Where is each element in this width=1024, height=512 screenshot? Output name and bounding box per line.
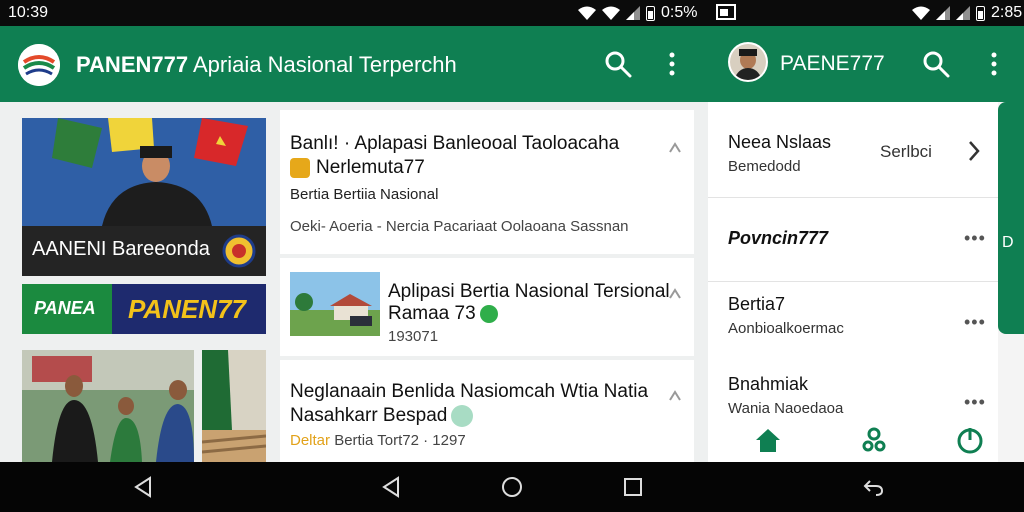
system-nav-bar [0, 462, 1024, 512]
article-headline-line2: Ramaa 73 [388, 302, 498, 326]
side-app-title: PAENE777 [780, 52, 885, 75]
app-title-tagline: Apriaia Nasional Terperchh [193, 52, 457, 77]
promo-banner[interactable]: PANEA PANEN77 [22, 284, 266, 334]
status-icons-left: 0:5% [578, 4, 697, 22]
app-bar: PANEN777 Apriaia Nasional Terperchh [0, 26, 708, 102]
article-card[interactable]: Aplipasi Bertia Nasional Tersional Ramaa… [280, 258, 694, 356]
side-app-pane: PAENE777 Neea Nslaas Bemedodd Serlbci Po… [708, 26, 1024, 462]
status-time-left: 10:39 [8, 4, 49, 21]
banner-left-block: PANEA [22, 284, 112, 334]
list-item-title: Neea Nslaas [728, 132, 832, 152]
hero-caption: AANENI Bareeonda [32, 238, 210, 260]
banner-right-text: PANEN77 [128, 294, 247, 324]
signal-icon [936, 6, 950, 20]
hero-image[interactable]: AANENI Bareeonda [22, 118, 266, 276]
crowd-photo-art [22, 350, 194, 462]
main-app-pane: PANEN777 Apriaia Nasional Terperchh AANE… [0, 26, 708, 462]
list-item-subtitle: Aonbioalkoermac [728, 320, 844, 337]
home-icon[interactable] [754, 426, 782, 454]
article-meta: Deltar Bertia Tort72 · 1297 [290, 432, 466, 449]
share-icon[interactable] [668, 388, 682, 402]
article-meta-highlight: Deltar [290, 432, 331, 449]
list-item-subtitle: Wania Naoedaoa [728, 400, 844, 417]
side-app-bar: PAENE777 [708, 26, 1024, 102]
signal-icon [956, 6, 970, 20]
app-title: PANEN777 Apriaia Nasional Terperchh [76, 52, 457, 78]
app-title-brand: PANEN777 [76, 52, 189, 77]
status-time-right: 2:85 [991, 4, 1023, 21]
article-headline-line2: Nerlemuta77 [290, 156, 425, 180]
more-horiz-icon[interactable]: ••• [964, 228, 986, 249]
list-item-subtitle: Bemedodd [728, 158, 801, 175]
home-circle-icon[interactable] [501, 476, 523, 498]
side-list: Neea Nslaas Bemedodd Serlbci Povncin777 … [708, 102, 998, 462]
chevron-right-icon[interactable] [966, 140, 982, 162]
power-icon[interactable] [956, 426, 984, 454]
market-photo[interactable] [202, 350, 266, 462]
hero-photo [22, 118, 266, 226]
list-item[interactable]: Povncin777 ••• [708, 198, 998, 282]
list-item-title: Bnahmiak [728, 374, 809, 394]
more-vert-icon[interactable] [986, 50, 1002, 78]
article-thumbnail [290, 272, 380, 336]
list-item-title: Bertia7 [728, 294, 786, 314]
article-headline: Aplipasi Bertia Nasional Tersional [388, 281, 670, 302]
edge-tab-letter: D [1002, 234, 1014, 251]
bottom-nav [708, 418, 998, 462]
avatar[interactable] [728, 42, 768, 82]
article-badge-icon [290, 157, 310, 178]
m-badge-icon [451, 404, 474, 427]
edge-panel-tab[interactable]: D [998, 102, 1024, 334]
wifi-icon [912, 6, 930, 20]
list-item[interactable]: Bnahmiak Wania Naoedaoa ••• [708, 362, 998, 418]
check-badge-icon [479, 304, 498, 323]
crowd-photo[interactable] [22, 350, 194, 462]
battery-icon [976, 5, 985, 21]
signal-icon [626, 6, 640, 20]
wifi-icon [602, 6, 620, 20]
battery-icon [646, 5, 655, 21]
emblem-icon [222, 234, 256, 268]
more-vert-icon[interactable] [664, 50, 680, 78]
wifi-icon [578, 6, 596, 20]
more-horiz-icon[interactable]: ••• [964, 392, 986, 413]
list-item[interactable]: Neea Nslaas Bemedodd Serlbci [708, 102, 998, 198]
article-headline: Banlıǃ · Aplapasi Banleooal Taoloacaha [290, 133, 620, 154]
share-icon[interactable] [668, 286, 682, 300]
list-item-action[interactable]: Serlbci [880, 142, 932, 162]
back-icon[interactable] [380, 476, 402, 498]
article-headline-line2: Nasahkarr Bespad [290, 404, 474, 428]
search-icon[interactable] [604, 50, 632, 78]
status-battery-left: 0:5% [661, 4, 698, 21]
screenshot-icon [716, 4, 736, 20]
more-horiz-icon[interactable]: ••• [964, 312, 986, 333]
article-card[interactable]: Neglanaain Benlida Nasiomcah Wtia Natia … [280, 360, 694, 462]
app-logo[interactable] [18, 44, 60, 86]
article-card[interactable]: Banlıǃ · Aplapasi Banleooal Taoloacaha N… [280, 110, 694, 254]
hero-caption-bar: AANENI Bareeonda [22, 226, 266, 276]
list-item-title: Povncin777 [728, 228, 829, 248]
banner-left-text: PANEA [34, 298, 96, 318]
market-photo-art [202, 350, 266, 462]
status-bar: 10:39 0:5% 2:85 [0, 0, 1024, 26]
list-item[interactable]: Bertia7 Aonbioalkoermac ••• [708, 282, 998, 362]
back-arrow-icon[interactable] [862, 476, 884, 498]
back-icon[interactable] [132, 476, 154, 498]
article-meta: 193071 [388, 328, 439, 345]
status-icons-right: 2:85 [912, 4, 1022, 22]
share-icon[interactable] [668, 140, 682, 154]
article-meta: Oeki- Aoeria - Nercia Pacariaat Oolaoana… [290, 218, 629, 235]
recents-icon[interactable] [622, 476, 644, 498]
search-icon[interactable] [922, 50, 950, 78]
apps-icon[interactable] [860, 426, 888, 454]
article-category: Bertia Bertiia Nasional [290, 186, 439, 203]
article-headline: Neglanaain Benlida Nasiomcah Wtia Natia [290, 381, 649, 402]
